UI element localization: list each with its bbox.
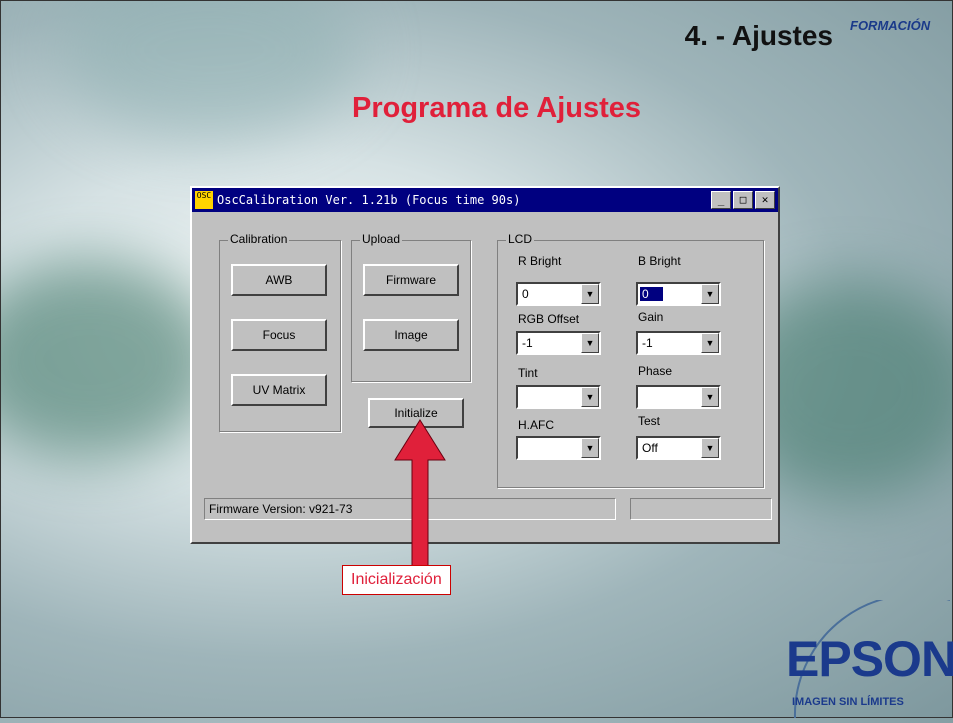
- close-button[interactable]: ✕: [755, 191, 775, 209]
- r-bright-select[interactable]: 0 ▼: [516, 282, 601, 306]
- test-label: Test: [638, 414, 661, 428]
- focus-button[interactable]: Focus: [231, 319, 327, 351]
- uv-matrix-button[interactable]: UV Matrix: [231, 374, 327, 406]
- b-bright-label: B Bright: [638, 254, 681, 268]
- chevron-down-icon[interactable]: ▼: [581, 333, 599, 353]
- b-bright-value: 0: [640, 287, 663, 301]
- tint-label: Tint: [518, 366, 538, 380]
- image-button[interactable]: Image: [363, 319, 459, 351]
- awb-button[interactable]: AWB: [231, 264, 327, 296]
- app-icon[interactable]: OSC: [195, 191, 213, 209]
- window-title: OscCalibration Ver. 1.21b (Focus time 90…: [217, 193, 521, 207]
- slide-subtitle: Programa de Ajustes: [0, 92, 953, 125]
- rgb-offset-value: -1: [522, 336, 533, 350]
- formacion-brand: FORMACIÓN: [850, 18, 931, 33]
- minimize-button[interactable]: _: [711, 191, 731, 209]
- chevron-down-icon[interactable]: ▼: [581, 387, 599, 407]
- r-bright-label: R Bright: [518, 254, 562, 268]
- tint-select[interactable]: ▼: [516, 385, 601, 409]
- window-title-bar[interactable]: OSC OscCalibration Ver. 1.21b (Focus tim…: [192, 188, 778, 212]
- gain-select[interactable]: -1 ▼: [636, 331, 721, 355]
- lcd-group-label: LCD: [506, 232, 535, 246]
- b-bright-select[interactable]: 0 ▼: [636, 282, 721, 306]
- osc-calibration-window: OSC OscCalibration Ver. 1.21b (Focus tim…: [190, 186, 780, 544]
- upload-group: Upload: [351, 232, 471, 382]
- epson-logo: EPSON IMAGEN SIN LÍMITES: [770, 593, 953, 719]
- h-afc-select[interactable]: ▼: [516, 436, 601, 460]
- subtitle-text: Programa de Ajustes: [351, 92, 642, 124]
- gain-value: -1: [642, 336, 653, 350]
- calibration-group-label: Calibration: [228, 232, 290, 246]
- red-arrow-icon: [394, 419, 446, 567]
- firmware-button[interactable]: Firmware: [363, 264, 459, 296]
- slide-section-title: 4. - Ajustes: [684, 20, 833, 51]
- rgb-offset-label: RGB Offset: [518, 312, 580, 326]
- callout-label: Inicialización: [342, 565, 451, 595]
- chevron-down-icon[interactable]: ▼: [581, 438, 599, 458]
- logo-tagline: IMAGEN SIN LÍMITES: [792, 696, 904, 708]
- test-value: Off: [642, 441, 658, 455]
- chevron-down-icon[interactable]: ▼: [581, 284, 599, 304]
- test-select[interactable]: Off ▼: [636, 436, 721, 460]
- phase-label: Phase: [638, 364, 673, 378]
- gain-label: Gain: [638, 310, 664, 324]
- rgb-offset-select[interactable]: -1 ▼: [516, 331, 601, 355]
- chevron-down-icon[interactable]: ▼: [701, 438, 719, 458]
- status-right-panel: [630, 498, 772, 520]
- chevron-down-icon[interactable]: ▼: [701, 387, 719, 407]
- maximize-button[interactable]: □: [733, 191, 753, 209]
- h-afc-label: H.AFC: [518, 418, 554, 432]
- chevron-down-icon[interactable]: ▼: [701, 284, 719, 304]
- phase-select[interactable]: ▼: [636, 385, 721, 409]
- r-bright-value: 0: [522, 287, 529, 301]
- upload-group-label: Upload: [360, 232, 403, 246]
- chevron-down-icon[interactable]: ▼: [701, 333, 719, 353]
- logo-name: EPSON: [786, 631, 953, 687]
